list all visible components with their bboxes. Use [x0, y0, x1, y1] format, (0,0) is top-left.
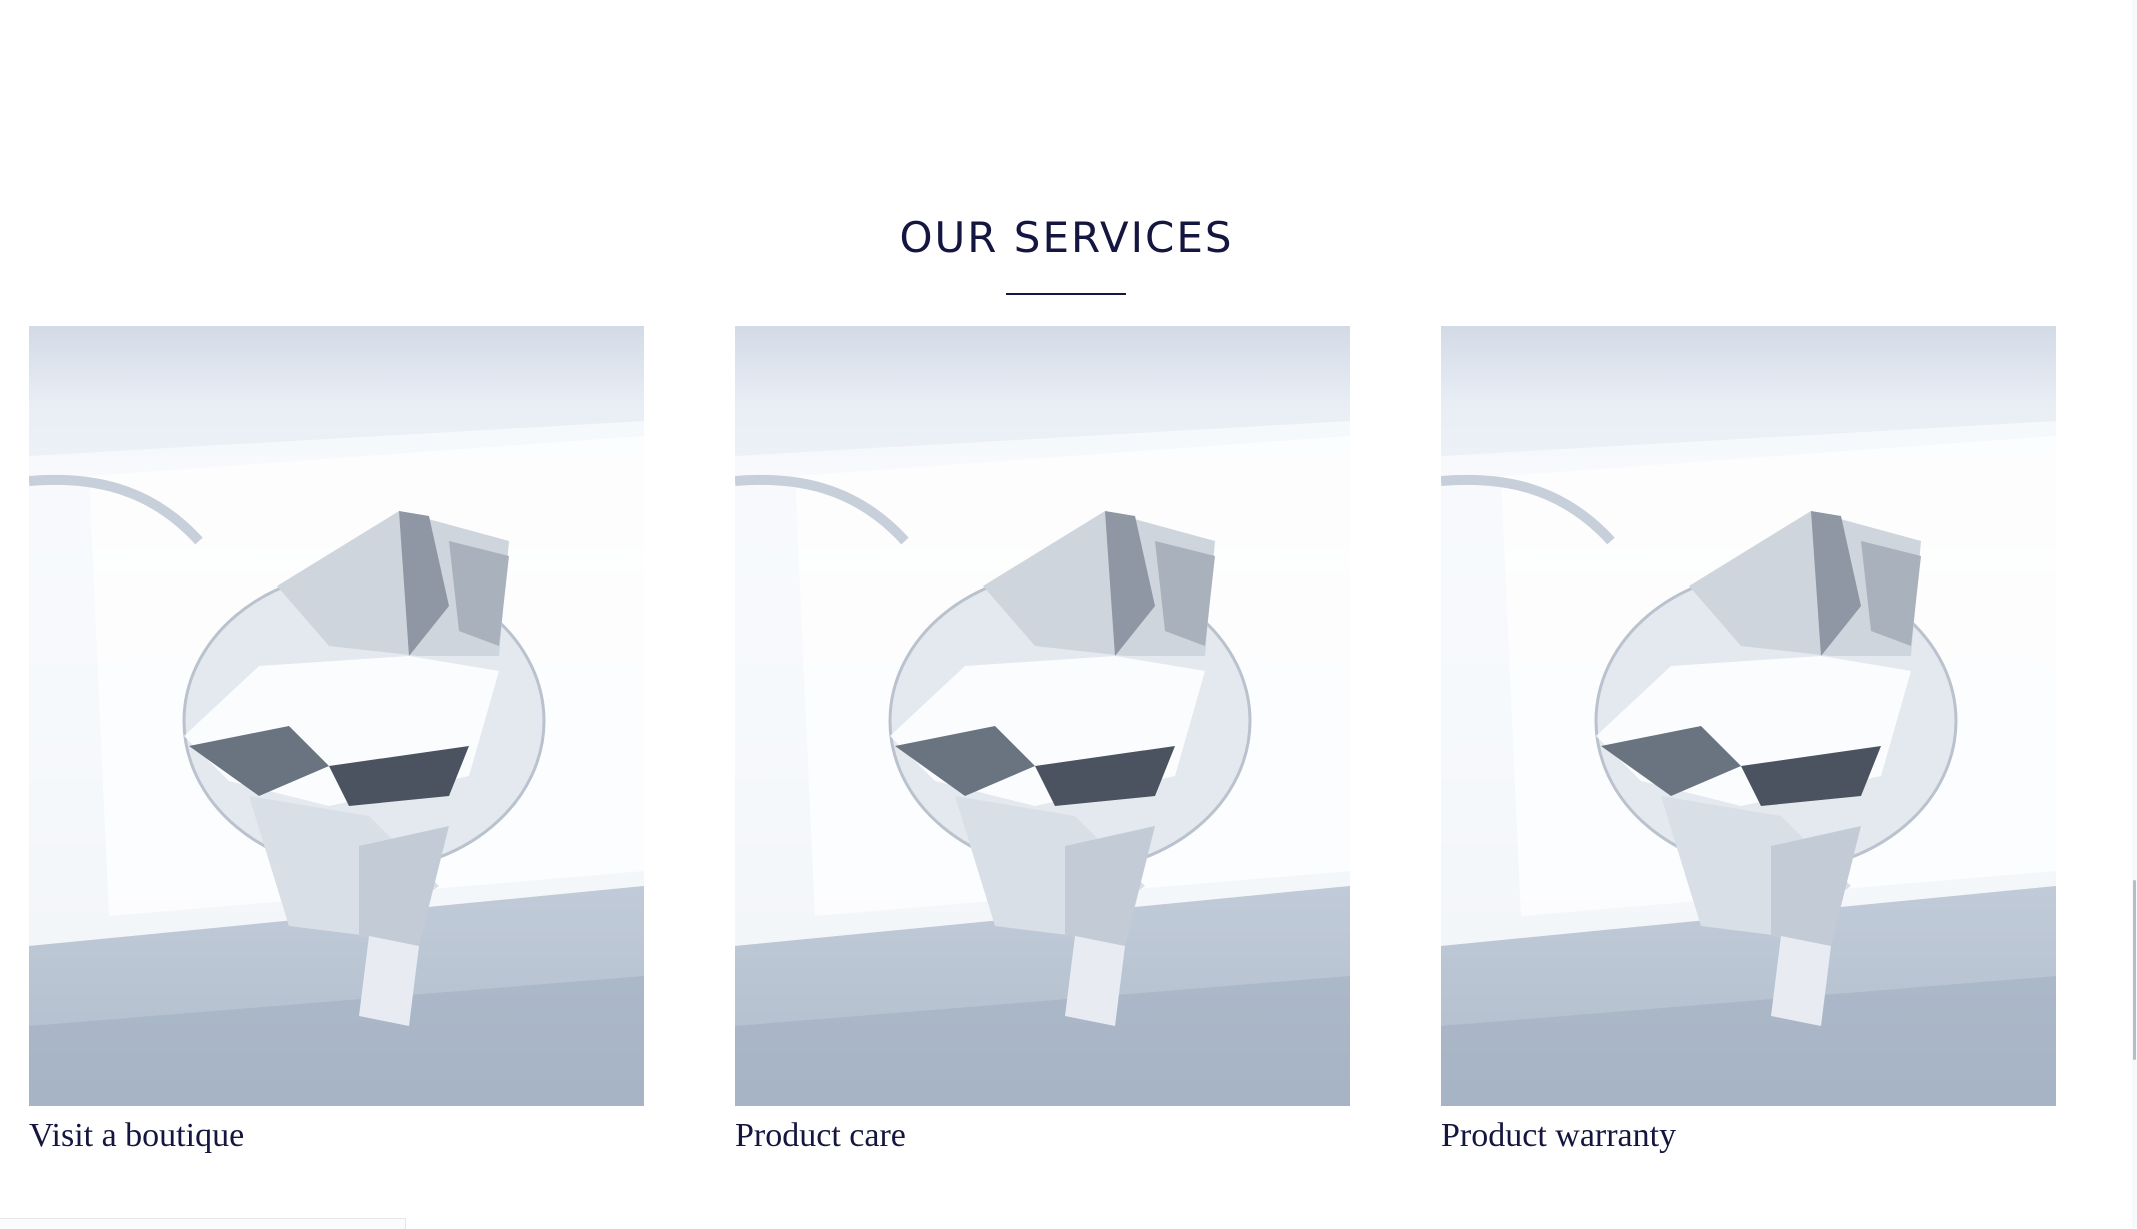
- service-card-product-care[interactable]: Product care: [735, 326, 1350, 1158]
- diamond-image[interactable]: [735, 326, 1350, 1106]
- diamond-illustration: [29, 421, 644, 1106]
- service-label[interactable]: Product warranty: [1441, 1114, 2056, 1158]
- bottom-edge-element: [0, 1218, 406, 1229]
- title-divider: [1006, 293, 1126, 295]
- service-label[interactable]: Visit a boutique: [29, 1114, 644, 1158]
- scrollbar-thumb[interactable]: [2133, 880, 2136, 1060]
- diamond-image[interactable]: [29, 326, 644, 1106]
- diamond-illustration: [735, 421, 1350, 1106]
- diamond-illustration: [1441, 421, 2056, 1106]
- diamond-image[interactable]: [1441, 326, 2056, 1106]
- service-label[interactable]: Product care: [735, 1114, 1350, 1158]
- service-card-product-warranty[interactable]: Product warranty: [1441, 326, 2056, 1158]
- section-title: OUR SERVICES: [899, 213, 1234, 262]
- service-card-visit-boutique[interactable]: Visit a boutique: [29, 326, 644, 1158]
- scrollbar[interactable]: [2132, 0, 2137, 1228]
